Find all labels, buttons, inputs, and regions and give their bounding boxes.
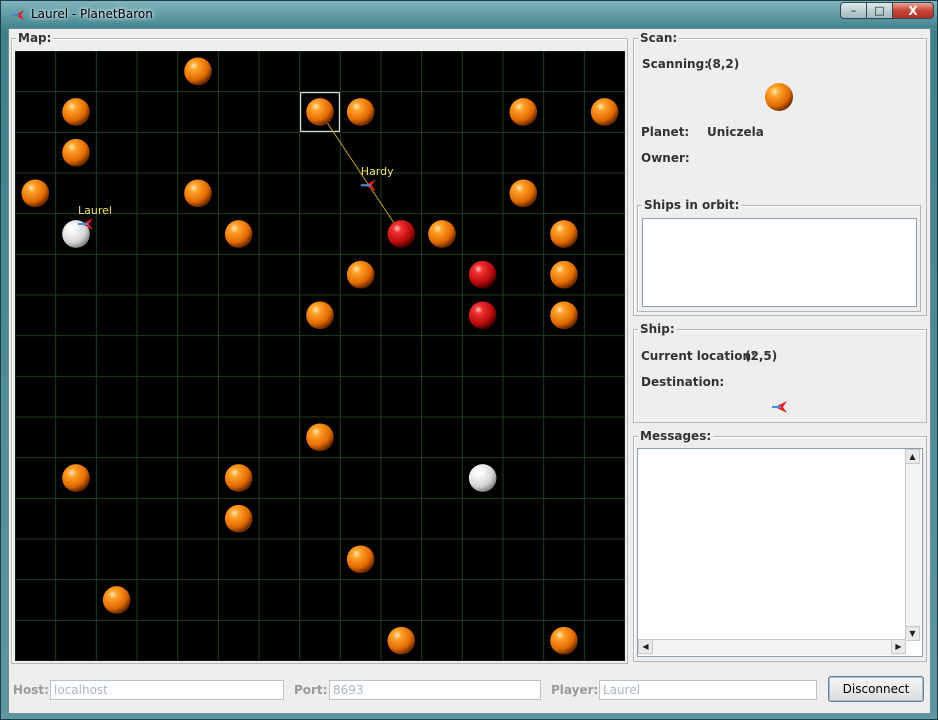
ships-in-orbit-title: Ships in orbit:: [642, 198, 742, 212]
fleet-name-label: Hardy: [361, 165, 394, 178]
player-label: Player:: [551, 683, 599, 697]
galaxy-map[interactable]: Hardy Laurel: [15, 51, 625, 661]
neutral-planet[interactable]: [21, 179, 50, 208]
neutral-planet[interactable]: [224, 220, 253, 248]
minimize-button[interactable]: –: [840, 2, 867, 19]
neutral-planet[interactable]: [550, 301, 578, 330]
window-title: Laurel - PlanetBaron: [31, 7, 153, 21]
neutral-planet[interactable]: [102, 586, 131, 614]
neutral-planet[interactable]: [346, 98, 375, 126]
messages-vertical-scrollbar[interactable]: ▲ ▼: [905, 449, 921, 641]
neutral-planet[interactable]: [550, 260, 578, 289]
neutral-planet[interactable]: [306, 301, 334, 330]
neutral-planet[interactable]: [62, 138, 90, 167]
neutral-planet[interactable]: [346, 260, 375, 289]
messages-horizontal-scrollbar[interactable]: ◀ ▶: [638, 639, 906, 655]
neutral-planet[interactable]: [387, 626, 416, 655]
scanning-coordinates: (8,2): [707, 57, 740, 71]
disconnect-button[interactable]: Disconnect: [828, 676, 924, 702]
fleet-name-label: Laurel: [78, 204, 112, 217]
scroll-right-icon[interactable]: ▶: [891, 639, 906, 654]
player-field[interactable]: [599, 680, 817, 700]
ship-icon: [772, 401, 787, 413]
scanned-planet-icon: [765, 83, 793, 111]
neutral-planet[interactable]: [184, 179, 212, 208]
map-panel-title: Map:: [16, 31, 54, 45]
fleet-ship-icon[interactable]: [360, 179, 376, 192]
current-location-label: Current location:: [641, 349, 756, 363]
neutral-planet[interactable]: [306, 423, 334, 452]
red-planet[interactable]: [387, 220, 416, 248]
title-bar[interactable]: Laurel - PlanetBaron – □ X: [1, 1, 937, 29]
ships-in-orbit-list[interactable]: [642, 218, 917, 307]
scanning-label: Scanning:: [642, 57, 709, 71]
map-canvas[interactable]: Hardy Laurel: [15, 51, 625, 661]
close-button[interactable]: X: [892, 2, 934, 19]
messages-log[interactable]: ▲ ▼ ◀ ▶: [637, 448, 923, 657]
scroll-left-icon[interactable]: ◀: [638, 639, 653, 654]
host-label: Host:: [13, 683, 49, 697]
planet-name: Uniczela: [707, 125, 764, 139]
neutral-planet[interactable]: [428, 220, 456, 248]
neutral-planet[interactable]: [550, 626, 578, 655]
neutral-planet[interactable]: [346, 545, 375, 574]
neutral-planet[interactable]: [62, 464, 90, 492]
neutral-planet[interactable]: [550, 220, 578, 248]
ship-panel-title: Ship:: [638, 322, 677, 336]
host-field[interactable]: [50, 680, 284, 700]
red-planet[interactable]: [468, 301, 497, 330]
app-ship-icon: [12, 10, 24, 20]
port-label: Port:: [294, 683, 328, 697]
neutral-planet[interactable]: [184, 57, 212, 86]
neutral-planet[interactable]: [590, 98, 619, 126]
neutral-planet[interactable]: [224, 504, 253, 533]
destination-label: Destination:: [641, 375, 725, 389]
port-field[interactable]: [329, 680, 541, 700]
planet-label: Planet:: [641, 125, 690, 139]
neutral-planet[interactable]: [509, 98, 538, 126]
maximize-button[interactable]: □: [866, 2, 893, 19]
messages-panel-title: Messages:: [638, 429, 714, 443]
owner-label: Owner:: [641, 151, 690, 165]
scan-panel-title: Scan:: [638, 31, 680, 45]
neutral-planet[interactable]: [224, 464, 253, 492]
neutral-planet[interactable]: [62, 98, 90, 126]
current-location-value: (2,5): [745, 349, 778, 363]
white-planet[interactable]: [468, 464, 497, 492]
scroll-up-icon[interactable]: ▲: [905, 449, 920, 464]
scroll-down-icon[interactable]: ▼: [905, 626, 920, 641]
red-planet[interactable]: [468, 260, 497, 289]
neutral-planet[interactable]: [509, 179, 538, 208]
neutral-planet[interactable]: [306, 98, 334, 126]
